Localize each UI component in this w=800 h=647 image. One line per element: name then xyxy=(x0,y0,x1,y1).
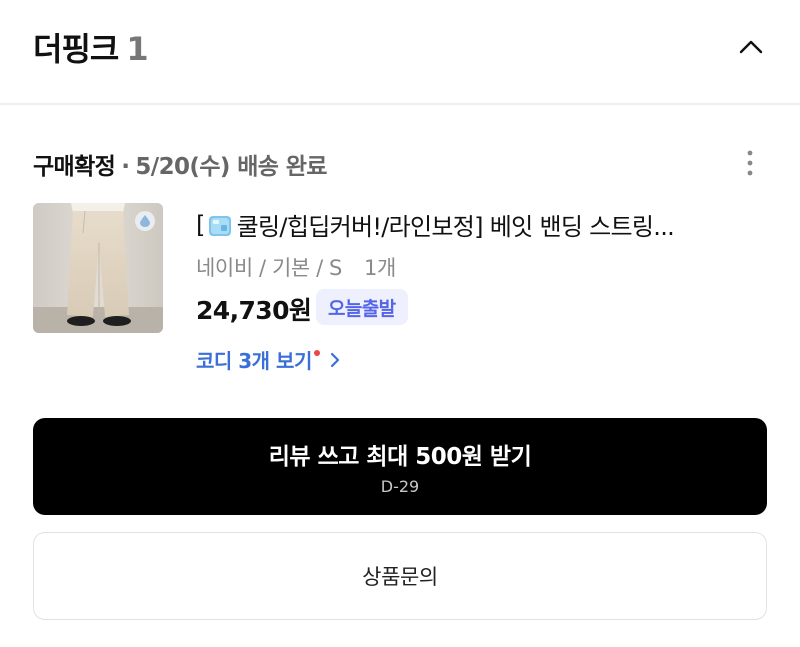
shipping-badge: 오늘출발 xyxy=(316,289,408,325)
thumb-badge xyxy=(135,211,155,231)
store-header: 더핑크 1 xyxy=(0,0,800,104)
store-item-count: 1 xyxy=(126,30,148,68)
more-vertical-icon xyxy=(747,150,753,176)
review-deadline: D-29 xyxy=(380,477,420,496)
product-option: 네이비 / 기본 / S xyxy=(196,256,342,280)
inquiry-button-label: 상품문의 xyxy=(362,565,438,589)
chevron-right-icon xyxy=(330,352,340,368)
coordi-link[interactable]: 코디 3개 보기 xyxy=(196,345,340,374)
order-status-line: 구매확정 · 5/20(수) 배송 완료 xyxy=(33,147,327,181)
product-name-prefix: [ xyxy=(196,210,205,239)
write-review-button[interactable]: 리뷰 쓰고 최대 500원 받기 D-29 xyxy=(33,418,767,515)
chevron-up-icon xyxy=(739,40,763,54)
product-inquiry-button[interactable]: 상품문의 xyxy=(33,532,767,620)
water-drop-icon xyxy=(140,215,150,227)
delivery-info: 5/20(수) 배송 완료 xyxy=(135,154,327,180)
product-thumbnail[interactable] xyxy=(33,203,163,333)
header-divider xyxy=(0,103,800,105)
store-title: 더핑크 1 xyxy=(33,24,149,70)
collapse-button[interactable] xyxy=(730,28,772,66)
product-price: 24,730원 xyxy=(196,296,312,325)
ice-cube-icon xyxy=(208,215,231,236)
order-status: 구매확정 xyxy=(33,154,116,180)
product-name[interactable]: [ 쿨링/힙딥커버!/라인보정] 베잇 밴딩 스트링... xyxy=(196,207,736,242)
store-name: 더핑크 xyxy=(33,30,119,68)
product-quantity: 1개 xyxy=(363,256,396,280)
review-button-label: 리뷰 쓰고 최대 500원 받기 xyxy=(268,444,532,470)
notification-dot xyxy=(313,349,320,356)
status-separator: · xyxy=(121,154,130,180)
more-options-button[interactable] xyxy=(735,148,765,178)
coordi-link-label: 코디 3개 보기 xyxy=(196,349,312,373)
product-option-line: 네이비 / 기본 / S 1개 xyxy=(196,252,396,282)
product-name-text: 쿨링/힙딥커버!/라인보정] 베잇 밴딩 스트링... xyxy=(236,213,675,241)
